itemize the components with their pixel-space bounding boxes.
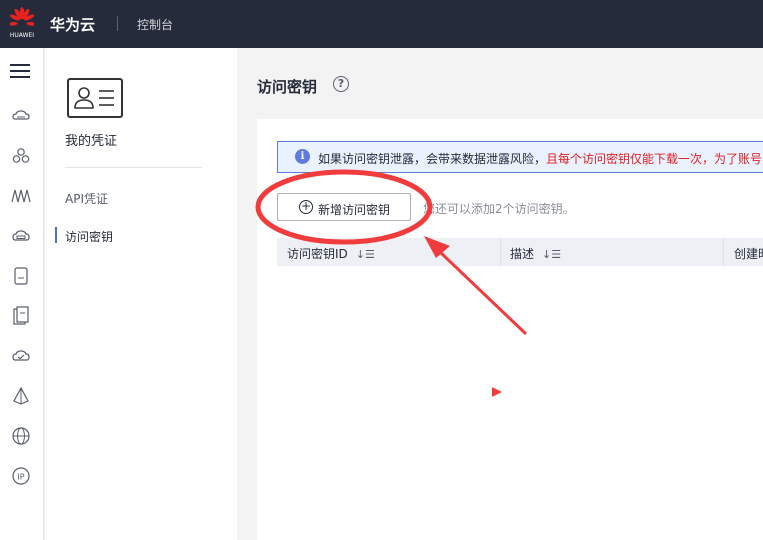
sidebar-divider (65, 167, 202, 168)
column-header-created[interactable]: 创建时 (734, 245, 763, 262)
storage-icon[interactable] (11, 226, 31, 246)
info-icon: i (295, 149, 310, 164)
add-access-key-label: 新增访问密钥 (318, 203, 391, 217)
document-icon[interactable] (11, 306, 31, 326)
add-access-key-button[interactable]: + 新增访问密钥 (277, 193, 411, 221)
column-divider (500, 238, 501, 266)
security-notice: i 如果访问密钥泄露，会带来数据泄露风险，且每个访问密钥仅能下载一次，为了账号 (277, 141, 763, 173)
ip-icon[interactable]: IP (11, 466, 31, 486)
huawei-flower-icon (10, 7, 34, 26)
deploy-icon[interactable] (11, 386, 31, 406)
id-card-icon (67, 78, 123, 118)
column-header-description[interactable]: 描述 ↓☰ (510, 245, 561, 262)
column-header-key-id[interactable]: 访问密钥ID ↓☰ (287, 245, 375, 262)
service-rail: IP (0, 48, 44, 540)
cloud-server-icon[interactable] (11, 106, 31, 126)
header-divider (117, 16, 118, 31)
notice-warning: 且每个访问密钥仅能下载一次，为了账号 (546, 152, 763, 166)
notice-text: 如果访问密钥泄露，会带来数据泄露风险，且每个访问密钥仅能下载一次，为了账号 (318, 150, 762, 167)
sidebar-title: 我的凭证 (65, 134, 118, 149)
monitor-icon[interactable] (11, 186, 31, 206)
access-key-table-header: 访问密钥ID↓☰ 描述↓☰ 创建时 (277, 238, 763, 266)
database-icon[interactable] (11, 266, 31, 286)
quota-hint: 您还可以添加2个访问密钥。 (423, 202, 575, 216)
plus-circle-icon: + (299, 199, 313, 214)
sort-icon[interactable]: ↓☰ (356, 248, 375, 261)
active-indicator (55, 227, 57, 243)
access-key-panel: i 如果访问密钥泄露，会带来数据泄露风险，且每个访问密钥仅能下载一次，为了账号 … (257, 119, 763, 540)
network-icon[interactable] (11, 146, 31, 166)
brand-name[interactable]: 华为云 (50, 14, 95, 35)
logo-wordmark: HUAWEI (9, 32, 35, 39)
globe-icon[interactable] (11, 426, 31, 446)
page-title: 访问密钥 (257, 78, 318, 96)
help-icon[interactable]: ? (333, 76, 349, 92)
sidebar-item-api-credentials[interactable]: API凭证 (65, 190, 108, 207)
sidebar-item-access-keys[interactable]: 访问密钥 (65, 228, 113, 245)
menu-icon[interactable] (10, 64, 30, 79)
sort-icon[interactable]: ↓☰ (542, 248, 561, 261)
notice-message: 如果访问密钥泄露，会带来数据泄露风险， (318, 152, 547, 166)
cloud-check-icon[interactable] (11, 346, 31, 366)
huawei-logo[interactable]: HUAWEI (6, 7, 38, 41)
column-divider (723, 238, 724, 266)
top-navigation-bar: HUAWEI 华为云 控制台 (0, 0, 763, 48)
svg-text:IP: IP (17, 473, 24, 482)
console-link[interactable]: 控制台 (137, 16, 173, 33)
credentials-sidebar: 我的凭证 API凭证 访问密钥 (45, 48, 237, 540)
